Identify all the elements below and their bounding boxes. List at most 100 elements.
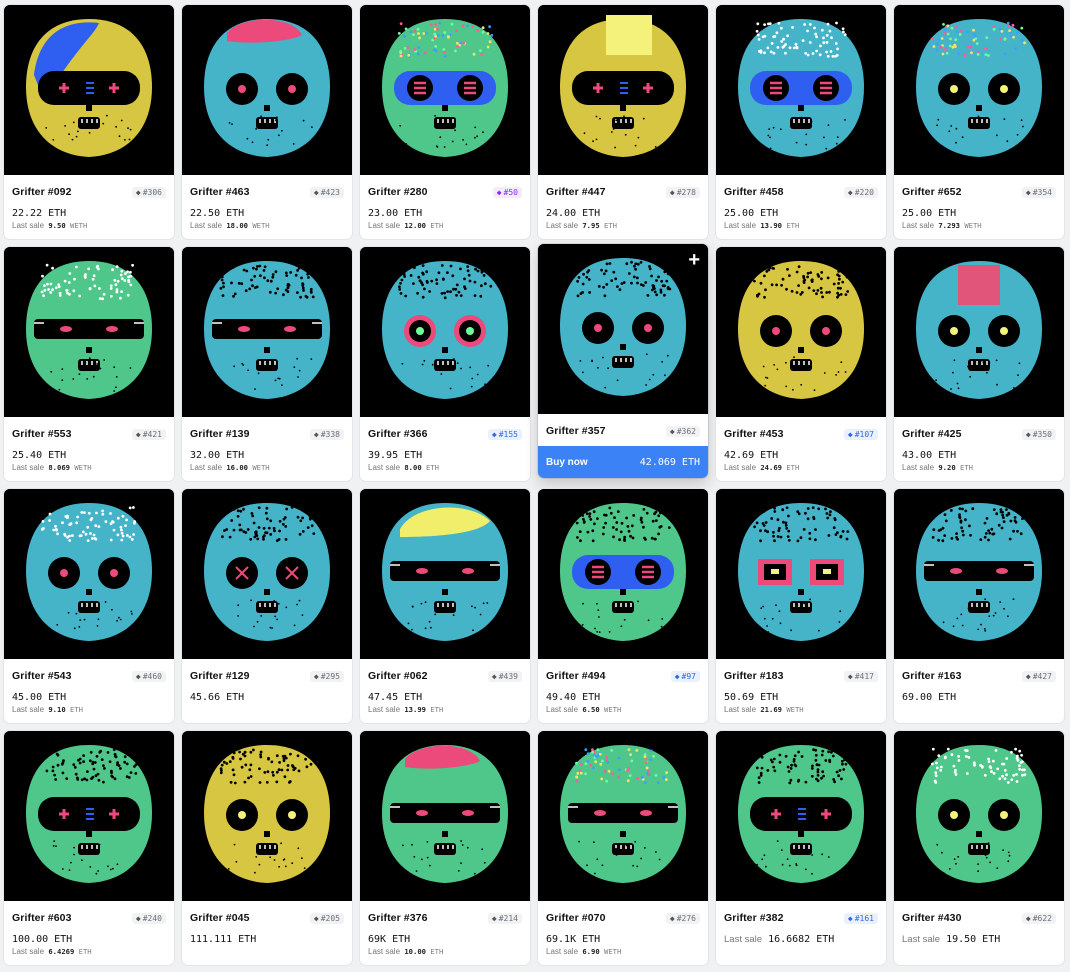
rank-value: #423 [320, 187, 340, 197]
last-sale-label: Last sale [546, 947, 579, 956]
nft-image[interactable] [182, 731, 352, 901]
nft-card[interactable]: Grifter #430 ◆ #622 Last sale 19.50 ETH [894, 731, 1064, 965]
last-sale-label: Last sale [368, 221, 401, 230]
nft-image[interactable] [716, 489, 886, 659]
last-sale-label: Last sale [368, 463, 401, 472]
nft-card[interactable]: Grifter #494 ◆ #97 49.40 ETH Last sale 6.50 … [538, 489, 708, 723]
nft-name: Grifter #543 [12, 670, 72, 682]
last-sale-value: 7.95 [582, 221, 600, 230]
last-sale-label: Last sale [12, 947, 45, 956]
price-label: Last sale [724, 934, 763, 945]
nft-card[interactable]: + Grifter #357 ◆ #362 Buy now 42.069 ETH [538, 244, 708, 478]
price: 42.69 ETH [724, 450, 878, 461]
nft-card[interactable]: Grifter #382 ◆ #161 Last sale 16.6682 ETH [716, 731, 886, 965]
nft-image[interactable] [716, 247, 886, 417]
nft-card[interactable]: Grifter #553 ◆ #421 25.40 ETH Last sale 8.06… [4, 247, 174, 481]
card-info: Grifter #070 ◆ #276 69.1K ETH Last sale 6.90… [538, 901, 708, 956]
rank-value: #421 [142, 429, 162, 439]
nft-name: Grifter #425 [902, 428, 962, 440]
price-value: 16.6682 ETH [768, 934, 835, 945]
nft-card[interactable]: Grifter #129 ◆ #295 45.66 ETH [182, 489, 352, 723]
last-sale-label: Last sale [12, 221, 45, 230]
price: 111.111 ETH [190, 934, 344, 945]
rank-value: #460 [142, 671, 162, 681]
nft-card[interactable]: Grifter #366 ◆ #155 39.95 ETH Last sale 8.00… [360, 247, 530, 481]
nft-image[interactable] [360, 5, 530, 175]
last-sale-unit: ETH [604, 221, 617, 230]
nft-image[interactable] [716, 731, 886, 901]
nft-image[interactable] [538, 731, 708, 901]
price-value: 49.40 ETH [546, 692, 601, 703]
nft-card[interactable]: Grifter #070 ◆ #276 69.1K ETH Last sale 6.90… [538, 731, 708, 965]
nft-image[interactable] [894, 489, 1064, 659]
nft-name: Grifter #652 [902, 186, 962, 198]
last-sale-value: 16.00 [226, 463, 248, 472]
card-info: Grifter #543 ◆ #460 45.00 ETH Last sale 9.10… [4, 659, 174, 714]
price: 24.00 ETH [546, 208, 700, 219]
nft-card[interactable]: Grifter #183 ◆ #417 50.69 ETH Last sale 21.6… [716, 489, 886, 723]
nft-card[interactable]: Grifter #458 ◆ #220 25.00 ETH Last sale 13.9… [716, 5, 886, 239]
nft-image[interactable] [182, 5, 352, 175]
nft-card[interactable]: Grifter #425 ◆ #350 43.00 ETH Last sale 9.20… [894, 247, 1064, 481]
last-sale: Last sale 7.95 ETH [546, 221, 700, 230]
nft-image[interactable] [538, 244, 708, 414]
nft-image[interactable] [894, 5, 1064, 175]
nft-card[interactable]: Grifter #543 ◆ #460 45.00 ETH Last sale 9.10… [4, 489, 174, 723]
nft-name: Grifter #183 [724, 670, 784, 682]
nft-card[interactable]: Grifter #092 ◆ #306 22.22 ETH Last sale 9.50… [4, 5, 174, 239]
price-value: 19.50 ETH [946, 934, 1001, 945]
rank-value: #362 [676, 426, 696, 436]
add-to-cart-icon[interactable]: + [688, 250, 700, 270]
nft-name: Grifter #070 [546, 912, 606, 924]
nft-image[interactable] [4, 247, 174, 417]
last-sale-label: Last sale [12, 705, 45, 714]
price: Last sale 16.6682 ETH [724, 934, 878, 945]
nft-card[interactable]: Grifter #062 ◆ #439 47.45 ETH Last sale 13.9… [360, 489, 530, 723]
nft-image[interactable] [716, 5, 886, 175]
nft-image[interactable] [182, 247, 352, 417]
price-value: 45.00 ETH [12, 692, 67, 703]
nft-image[interactable] [538, 489, 708, 659]
last-sale-label: Last sale [902, 221, 935, 230]
card-info: Grifter #603 ◆ #240 100.00 ETH Last sale 6.4… [4, 901, 174, 956]
nft-image[interactable] [360, 247, 530, 417]
price-value: 69K ETH [368, 934, 411, 945]
buy-now-button[interactable]: Buy now 42.069 ETH [538, 446, 708, 478]
last-sale: Last sale 21.69 WETH [724, 705, 878, 714]
nft-card[interactable]: Grifter #045 ◆ #205 111.111 ETH [182, 731, 352, 965]
nft-card[interactable]: Grifter #453 ◆ #107 42.69 ETH Last sale 24.6… [716, 247, 886, 481]
nft-card[interactable]: Grifter #463 ◆ #423 22.50 ETH Last sale 18.0… [182, 5, 352, 239]
nft-card[interactable]: Grifter #603 ◆ #240 100.00 ETH Last sale 6.4… [4, 731, 174, 965]
nft-image[interactable] [4, 5, 174, 175]
nft-image[interactable] [360, 489, 530, 659]
last-sale: Last sale 6.50 WETH [546, 705, 700, 714]
nft-image[interactable] [360, 731, 530, 901]
nft-image[interactable] [538, 5, 708, 175]
rank-value: #622 [1032, 913, 1052, 923]
price: 25.40 ETH [12, 450, 166, 461]
card-info: Grifter #463 ◆ #423 22.50 ETH Last sale 18.0… [182, 175, 352, 230]
rarity-rank-badge: ◆ #423 [309, 186, 344, 198]
card-info: Grifter #092 ◆ #306 22.22 ETH Last sale 9.50… [4, 175, 174, 230]
rarity-rank-badge: ◆ #97 [670, 670, 700, 682]
nft-card[interactable]: Grifter #163 ◆ #427 69.00 ETH [894, 489, 1064, 723]
nft-card[interactable]: Grifter #447 ◆ #278 24.00 ETH Last sale 7.95… [538, 5, 708, 239]
nft-name: Grifter #280 [368, 186, 428, 198]
price-value: 24.00 ETH [546, 208, 601, 219]
nft-name: Grifter #092 [12, 186, 72, 198]
price: 69.00 ETH [902, 692, 1056, 703]
nft-image[interactable] [894, 731, 1064, 901]
nft-card[interactable]: Grifter #652 ◆ #354 25.00 ETH Last sale 7.29… [894, 5, 1064, 239]
nft-card[interactable]: Grifter #280 ◆ #50 23.00 ETH Last sale 12.00… [360, 5, 530, 239]
last-sale-value: 9.50 [48, 221, 66, 230]
nft-image[interactable] [182, 489, 352, 659]
price-label: Last sale [902, 934, 941, 945]
nft-image[interactable] [4, 489, 174, 659]
nft-card[interactable]: Grifter #376 ◆ #214 69K ETH Last sale 10.00 … [360, 731, 530, 965]
nft-name: Grifter #458 [724, 186, 784, 198]
nft-image[interactable] [4, 731, 174, 901]
last-sale-unit: ETH [430, 705, 444, 714]
nft-card[interactable]: Grifter #139 ◆ #338 32.00 ETH Last sale 16.0… [182, 247, 352, 481]
nft-image[interactable] [894, 247, 1064, 417]
last-sale: Last sale 16.00 WETH [190, 463, 344, 472]
